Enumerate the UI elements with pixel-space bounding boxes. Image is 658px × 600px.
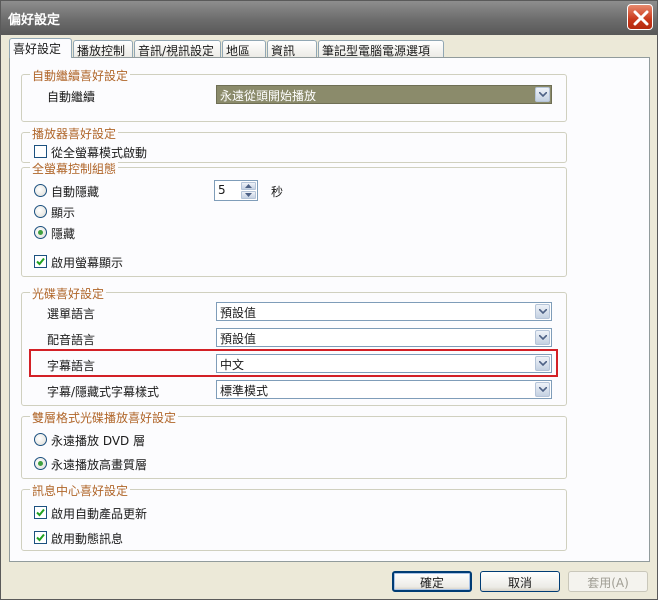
dynamic-messages-checkbox[interactable] <box>34 531 47 544</box>
tab-audio-video[interactable]: 音訊/視訊設定 <box>134 40 221 58</box>
caption-style-select[interactable]: 標準模式 <box>216 380 552 399</box>
auto-update-label: 啟用自動產品更新 <box>51 507 148 521</box>
tab-info[interactable]: 資訊 <box>267 40 317 58</box>
radio-auto-hide-label: 自動隱藏 <box>51 185 100 199</box>
radio-hide-label: 隱藏 <box>51 227 76 241</box>
radio-auto-hide[interactable] <box>34 184 47 197</box>
dropdown-arrow-icon[interactable] <box>535 87 550 102</box>
radio-show[interactable] <box>34 205 47 218</box>
auto-update-checkbox[interactable] <box>34 506 47 519</box>
tab-region[interactable]: 地區 <box>222 40 266 58</box>
menu-language-value: 預設值 <box>220 306 257 320</box>
checkmark-icon <box>36 533 45 542</box>
tab-laptop-power[interactable]: 筆記型電腦電源選項 <box>318 40 444 58</box>
radio-hd-layer[interactable] <box>34 457 47 470</box>
dropdown-arrow-icon[interactable] <box>535 382 550 397</box>
subtitle-language-highlight <box>29 349 558 377</box>
radio-hd-layer-label: 永遠播放高畫質層 <box>51 458 148 472</box>
dropdown-arrow-icon[interactable] <box>535 304 550 319</box>
enable-osd-checkbox[interactable] <box>34 255 47 268</box>
preferences-dialog: 偏好設定 喜好設定 播放控制 音訊/視訊設定 地區 資訊 筆記型電腦電源選項 自… <box>0 0 658 600</box>
title-bar[interactable]: 偏好設定 <box>1 1 657 35</box>
cancel-button[interactable]: 取消 <box>480 571 560 592</box>
audio-language-value: 預設值 <box>220 332 257 346</box>
auto-resume-select-value: 永遠從頭開始播放 <box>220 89 317 103</box>
fullscreen-start-label: 從全螢幕模式啟動 <box>51 146 148 160</box>
message-center-group-title: 訊息中心喜好設定 <box>30 482 131 499</box>
spin-up-icon[interactable] <box>241 182 256 190</box>
auto-resume-label: 自動繼續 <box>47 90 96 104</box>
checkmark-icon <box>36 257 45 266</box>
menu-language-label: 選單語言 <box>47 307 96 321</box>
ok-button[interactable]: 確定 <box>392 571 472 592</box>
auto-resume-group-title: 自動繼續喜好設定 <box>30 67 131 84</box>
checkmark-icon <box>36 508 45 517</box>
close-icon <box>633 10 649 26</box>
radio-hide[interactable] <box>34 226 47 239</box>
apply-button[interactable]: 套用(A) <box>568 571 648 592</box>
close-button[interactable] <box>627 4 653 30</box>
radio-show-label: 顯示 <box>51 206 76 220</box>
dual-layer-group-title: 雙層格式光碟播放喜好設定 <box>30 409 179 426</box>
caption-style-label: 字幕/隱藏式字幕樣式 <box>47 385 160 399</box>
radio-dvd-layer-label: 永遠播放 DVD 層 <box>51 434 146 448</box>
auto-hide-seconds-stepper[interactable]: 5 <box>214 180 258 201</box>
seconds-unit-label: 秒 <box>271 185 284 199</box>
spin-down-icon[interactable] <box>241 191 256 199</box>
player-group-title: 播放器喜好設定 <box>30 125 119 142</box>
disc-group-title: 光碟喜好設定 <box>30 285 107 302</box>
caption-style-value: 標準模式 <box>220 384 269 398</box>
dynamic-messages-label: 啟用動態訊息 <box>51 532 124 546</box>
menu-language-select[interactable]: 預設值 <box>216 302 552 321</box>
radio-dvd-layer[interactable] <box>34 433 47 446</box>
window-title: 偏好設定 <box>8 13 61 28</box>
fullscreen-controls-group-title: 全螢幕控制組態 <box>30 160 119 177</box>
enable-osd-label: 啟用螢幕顯示 <box>51 256 124 270</box>
audio-language-select[interactable]: 預設值 <box>216 328 552 347</box>
auto-resume-select[interactable]: 永遠從頭開始播放 <box>216 85 552 104</box>
dropdown-arrow-icon[interactable] <box>535 330 550 345</box>
audio-language-label: 配音語言 <box>47 333 96 347</box>
tab-preferences[interactable]: 喜好設定 <box>9 38 72 58</box>
auto-hide-seconds-value: 5 <box>218 183 226 197</box>
tab-playback-control[interactable]: 播放控制 <box>73 40 133 58</box>
fullscreen-start-checkbox[interactable] <box>34 145 47 158</box>
